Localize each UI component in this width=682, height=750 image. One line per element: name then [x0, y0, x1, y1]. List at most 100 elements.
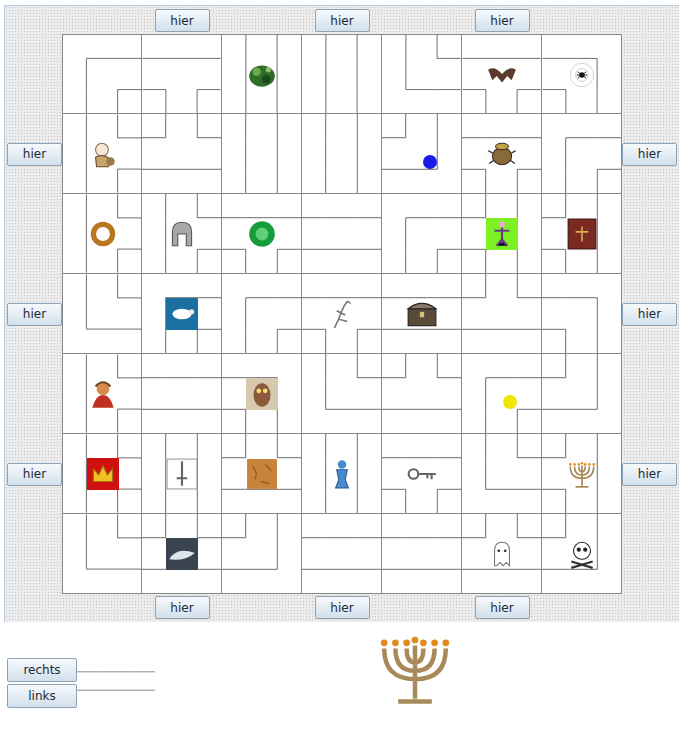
maze-tile: [142, 354, 222, 434]
labyrinth-window: hier hier hier hier hier hier hier hier hier hier…: [0, 0, 682, 750]
helmet-icon: [166, 218, 198, 250]
fairy-icon: [486, 218, 518, 250]
maze-tile: [542, 34, 622, 114]
corridor-icon: [382, 194, 461, 273]
maze-tile: [462, 354, 542, 434]
player-pawn[interactable]: [503, 395, 517, 409]
maze-tile: [62, 114, 142, 194]
sword-icon: [166, 458, 198, 490]
corridor-icon: [222, 114, 301, 193]
maze-tile: [462, 274, 542, 354]
maze-tile: [62, 194, 142, 274]
maze-tile: [62, 34, 142, 114]
insert-top-button[interactable]: hier: [155, 9, 210, 32]
maze-tile: [142, 434, 222, 514]
corridor-icon: [302, 514, 381, 593]
spare-tile-icon[interactable]: [77, 658, 155, 704]
corridor-icon: [462, 274, 541, 353]
maze-tile: [222, 34, 302, 114]
insert-left-button[interactable]: hier: [7, 303, 62, 326]
ghost-icon: [486, 538, 518, 570]
rotate-controls: rechtslinks: [4, 622, 155, 708]
insert-top-button[interactable]: hier: [315, 9, 370, 32]
corridor-icon: [542, 354, 621, 433]
emerald-icon: [246, 218, 278, 250]
spider-icon: [566, 59, 598, 91]
maze-tile: [142, 114, 222, 194]
corridor-icon: [462, 434, 541, 513]
owl-icon: [246, 378, 278, 410]
corridor-icon: [302, 35, 381, 113]
corridor-icon: [302, 114, 381, 193]
insert-bottom-button[interactable]: hier: [315, 596, 370, 619]
menorah-icon: [373, 626, 457, 710]
maze-tile: [382, 434, 462, 514]
corridor-icon: [222, 514, 301, 593]
crown-icon: [87, 458, 119, 490]
maze-tile: [542, 354, 622, 434]
maze-tile: [222, 354, 302, 434]
insert-left-button[interactable]: hier: [7, 143, 62, 166]
key-icon: [406, 458, 438, 490]
maze-tile: [62, 514, 142, 594]
maze-tile: [222, 434, 302, 514]
maze-tile: [142, 274, 222, 354]
maze-tile: [382, 114, 462, 194]
skull-icon: [566, 538, 598, 570]
menorah-icon: [566, 458, 598, 490]
maze-tile: [62, 434, 142, 514]
maze-tile: [462, 34, 542, 114]
bat-icon: [486, 59, 518, 91]
rotate-button[interactable]: links: [7, 684, 77, 708]
maze-tile: [302, 514, 382, 594]
maze-tile: [462, 514, 542, 594]
lizard-icon: [326, 298, 358, 330]
insert-top-button[interactable]: hier: [475, 9, 530, 32]
maze-tile: [62, 274, 142, 354]
rotate-button[interactable]: rechts: [7, 658, 77, 682]
insert-right-button[interactable]: hier: [622, 143, 677, 166]
idol-icon: [326, 458, 358, 490]
maze-tile: [382, 354, 462, 434]
player-pawn[interactable]: [423, 155, 437, 169]
game-board: hier hier hier hier hier hier hier hier hier hier…: [4, 5, 679, 622]
maze-tile: [542, 194, 622, 274]
corridor-icon: [142, 35, 221, 113]
corridor-icon: [63, 514, 141, 593]
maze-tile: [542, 434, 622, 514]
scarab-icon: [486, 138, 518, 170]
ring-icon: [87, 218, 119, 250]
maze-tile: [382, 194, 462, 274]
insert-left-button[interactable]: hier: [7, 463, 62, 486]
control-panel: rechtslinks: [4, 622, 682, 710]
corridor-icon: [382, 35, 461, 113]
insert-right-button[interactable]: hier: [622, 303, 677, 326]
insert-bottom-button[interactable]: hier: [155, 596, 210, 619]
maze-tile: [382, 514, 462, 594]
corridor-icon: [382, 354, 461, 433]
maze-tile: [222, 274, 302, 354]
maze-tile: [542, 274, 622, 354]
corridor-icon: [382, 114, 461, 193]
insert-bottom-button[interactable]: hier: [475, 596, 530, 619]
corridor-icon: [542, 114, 621, 193]
corridor-icon: [63, 274, 141, 353]
maze-tile: [142, 514, 222, 594]
maze-tile: [302, 114, 382, 194]
insert-right-button[interactable]: hier: [622, 463, 677, 486]
maze-tile: [142, 194, 222, 274]
corridor-icon: [142, 354, 221, 433]
corridor-icon: [462, 354, 541, 433]
maze-tile: [302, 194, 382, 274]
maze-tile: [222, 194, 302, 274]
maze-tile: [462, 114, 542, 194]
maze-tile: [542, 514, 622, 594]
corridor-icon: [382, 514, 461, 593]
corridor-icon: [302, 354, 381, 433]
maze-tile: [222, 114, 302, 194]
corridor-icon: [142, 114, 221, 193]
maze-tile: [302, 34, 382, 114]
dragon-icon: [246, 59, 278, 91]
chest-icon: [406, 298, 438, 330]
maze-tile: [222, 514, 302, 594]
